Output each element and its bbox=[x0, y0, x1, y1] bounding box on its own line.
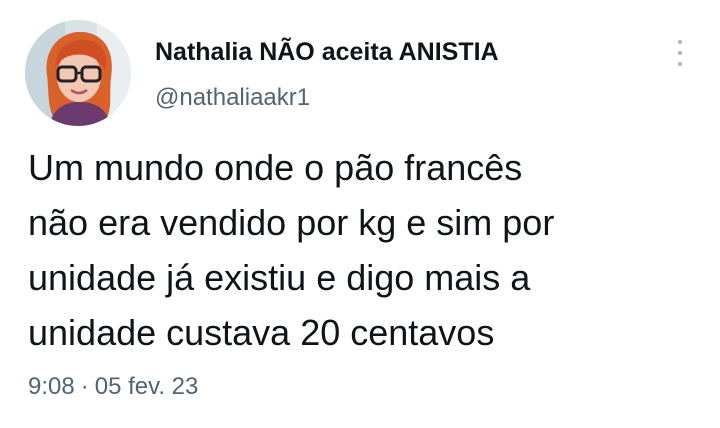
tweet-card: Nathalia NÃO aceita ANISTIA @nathaliaakr… bbox=[0, 0, 720, 428]
tweet-text-line: unidade já existiu e digo mais a bbox=[28, 257, 531, 298]
more-dot bbox=[678, 40, 682, 44]
tweet-text-line: não era vendido por kg e sim por bbox=[28, 202, 555, 243]
profile-photo-icon bbox=[25, 20, 131, 126]
author-display-name[interactable]: Nathalia NÃO aceita ANISTIA bbox=[155, 38, 499, 67]
tweet-timestamp[interactable]: 9:08 · 05 fev. 23 bbox=[28, 373, 198, 401]
tweet-text: Um mundo onde o pão francês não era vend… bbox=[28, 140, 688, 360]
more-options-icon[interactable] bbox=[670, 36, 690, 70]
tweet-text-line: unidade custava 20 centavos bbox=[28, 312, 495, 353]
tweet-date: 05 fev. 23 bbox=[94, 373, 199, 400]
tweet-text-line: Um mundo onde o pão francês bbox=[28, 147, 523, 188]
avatar[interactable] bbox=[25, 20, 131, 126]
meta-separator: · bbox=[80, 373, 89, 400]
more-dot bbox=[678, 51, 682, 55]
more-dot bbox=[678, 62, 682, 66]
author-handle[interactable]: @nathaliaakr1 bbox=[155, 84, 310, 112]
tweet-time: 9:08 bbox=[28, 373, 75, 400]
